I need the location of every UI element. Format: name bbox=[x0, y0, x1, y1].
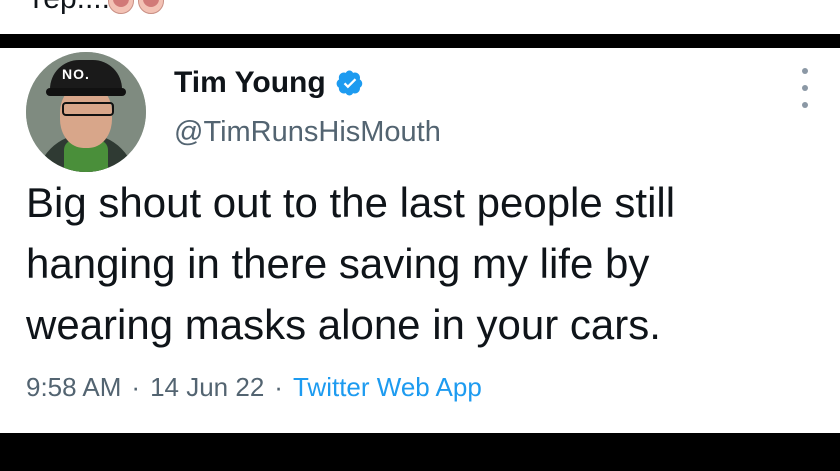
avatar[interactable]: NO. bbox=[26, 52, 146, 172]
avatar-glasses bbox=[62, 102, 114, 116]
tweet-date[interactable]: 14 Jun 22 bbox=[150, 372, 264, 403]
tweet-text: Big shout out to the last people still h… bbox=[26, 179, 676, 348]
author-handle[interactable]: @TimRunsHisMouth bbox=[174, 116, 441, 149]
avatar-cap-brim bbox=[46, 88, 126, 96]
author-row: Tim Young bbox=[174, 66, 364, 100]
cropped-caption: Yep.... bbox=[0, 0, 840, 34]
black-divider-bottom bbox=[0, 433, 840, 471]
author-name[interactable]: Tim Young bbox=[174, 66, 326, 100]
more-dot bbox=[802, 102, 808, 108]
more-dot bbox=[802, 85, 808, 91]
meta-separator: · bbox=[274, 372, 283, 402]
meta-separator: · bbox=[131, 372, 141, 402]
tweet-card: NO. Tim Young @TimRunsHisMouth Big shout… bbox=[0, 48, 840, 433]
black-divider-top bbox=[0, 34, 840, 48]
face-emoji-icon bbox=[108, 0, 134, 14]
tweet-meta: 9:58 AM · 14 Jun 22 · Twitter Web App bbox=[26, 372, 482, 403]
tweet-time[interactable]: 9:58 AM bbox=[26, 372, 121, 403]
more-dot bbox=[802, 68, 808, 74]
verified-badge-icon bbox=[336, 70, 362, 96]
more-options-icon[interactable] bbox=[800, 68, 810, 108]
face-emoji-icon bbox=[138, 0, 164, 14]
avatar-cap-text: NO. bbox=[62, 66, 90, 82]
caption-text: Yep.... bbox=[26, 0, 110, 16]
tweet-source-link[interactable]: Twitter Web App bbox=[293, 372, 482, 403]
